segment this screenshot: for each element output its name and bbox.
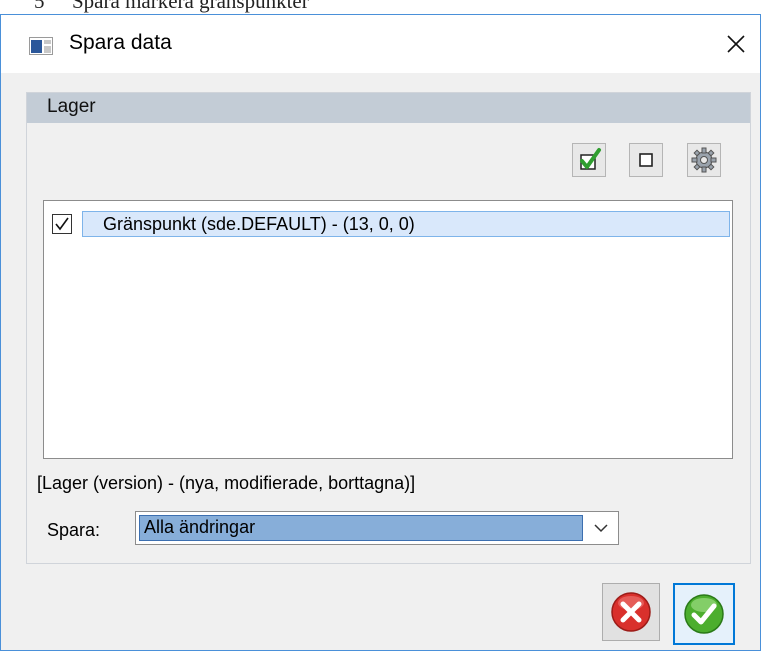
cancel-button[interactable] bbox=[602, 583, 660, 641]
uncheck-all-icon bbox=[639, 153, 653, 167]
layers-group-title: Lager bbox=[47, 96, 96, 117]
layer-checkbox[interactable] bbox=[52, 214, 72, 234]
chevron-down-icon[interactable] bbox=[592, 522, 610, 534]
save-mode-select[interactable]: Alla ändringar bbox=[135, 511, 619, 545]
document-heading-number: 5 bbox=[34, 0, 45, 13]
save-data-dialog: Spara data Lager Gränspunkt (sde.DEFAULT… bbox=[0, 14, 761, 651]
ok-button[interactable] bbox=[673, 583, 735, 645]
gear-icon bbox=[691, 147, 717, 173]
save-mode-value: Alla ändringar bbox=[144, 517, 256, 537]
check-all-button[interactable] bbox=[572, 143, 606, 177]
layers-group-header: Lager bbox=[27, 93, 750, 123]
layer-list[interactable]: Gränspunkt (sde.DEFAULT) - (13, 0, 0) bbox=[43, 200, 733, 459]
window-app-icon bbox=[29, 37, 53, 60]
document-heading: 5 Spara markera gränspunkter bbox=[0, 0, 763, 14]
title-bar: Spara data bbox=[1, 15, 760, 73]
layer-item-selection[interactable]: Gränspunkt (sde.DEFAULT) - (13, 0, 0) bbox=[82, 211, 730, 237]
close-button[interactable] bbox=[721, 29, 751, 59]
cancel-icon bbox=[611, 592, 651, 632]
save-mode-label: Spara: bbox=[47, 520, 101, 540]
window-title: Spara data bbox=[69, 31, 172, 54]
check-all-icon bbox=[580, 148, 601, 170]
close-icon bbox=[727, 35, 745, 53]
check-icon bbox=[55, 217, 69, 231]
document-heading-text: Spara markera gränspunkter bbox=[72, 0, 309, 13]
ok-check-icon bbox=[684, 594, 724, 634]
settings-button[interactable] bbox=[687, 143, 721, 177]
layers-group: Lager Gränspunkt (sde.DEFAULT) - (13, 0,… bbox=[26, 92, 751, 564]
list-item[interactable]: Gränspunkt (sde.DEFAULT) - (13, 0, 0) bbox=[48, 211, 732, 239]
layer-item-label: Gränspunkt (sde.DEFAULT) - (13, 0, 0) bbox=[103, 214, 415, 234]
layer-format-legend: [Lager (version) - (nya, modifierade, bo… bbox=[37, 473, 416, 493]
uncheck-all-button[interactable] bbox=[629, 143, 663, 177]
save-mode-selected: Alla ändringar bbox=[139, 515, 583, 541]
